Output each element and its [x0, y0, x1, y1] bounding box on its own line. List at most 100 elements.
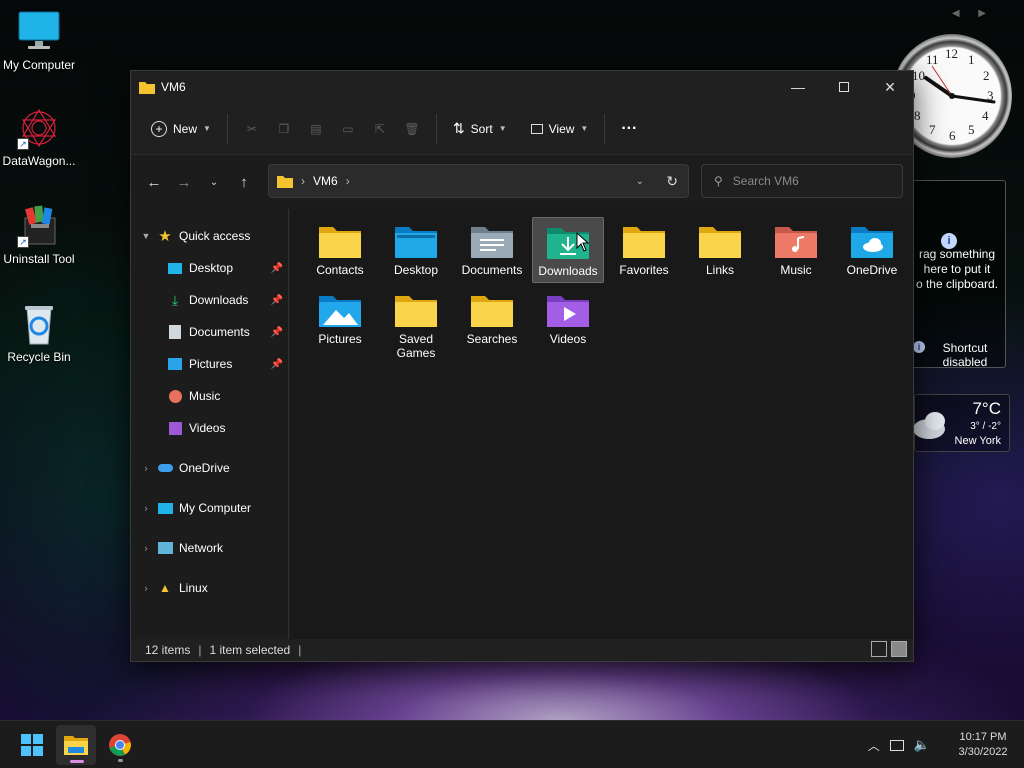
command-bar: + New ▼ ✂ ❐ ▤ ▭ ⇱ 🗑 ⇅ Sort ▼ View ▼ ···	[131, 103, 913, 155]
sort-button[interactable]: ⇅ Sort ▼	[445, 113, 515, 145]
start-button[interactable]	[12, 725, 52, 765]
pin-icon[interactable]: 📌	[271, 295, 283, 306]
paste-icon[interactable]: ▤	[300, 113, 332, 145]
desktop-icon-label: Recycle Bin	[7, 350, 71, 364]
desktop-icon-datawagon[interactable]: ↗ DataWagon...	[0, 106, 78, 168]
music-folder-icon	[774, 223, 818, 259]
folder-item-documents[interactable]: Documents	[456, 217, 528, 283]
clipboard-gadget[interactable]: i rag something here to put it o the cli…	[906, 180, 1006, 369]
date: 3/30/2022	[958, 746, 1008, 758]
rename-icon[interactable]: ▭	[332, 113, 364, 145]
mouse-cursor-icon	[576, 232, 590, 252]
network-icon[interactable]	[889, 739, 904, 751]
sort-label: Sort	[470, 121, 493, 136]
desktop-icon-uninstall-tool[interactable]: ↗ Uninstall Tool	[0, 204, 78, 266]
folder-item-desktop[interactable]: Desktop	[380, 217, 452, 283]
file-explorer-window[interactable]: VM6 — ✕ + New ▼ ✂ ❐ ▤ ▭ ⇱ 🗑 ⇅ Sort ▼ Vie…	[130, 70, 914, 662]
nav-item-documents[interactable]: Documents 📌	[131, 320, 289, 344]
large-icons-view-icon[interactable]	[891, 641, 907, 657]
nav-item-onedrive[interactable]: › OneDrive	[131, 456, 289, 480]
more-options-button[interactable]: ···	[613, 113, 645, 145]
folder-item-searches[interactable]: Searches	[456, 286, 528, 352]
show-hidden-icons-chevron-icon[interactable]: ︿	[868, 737, 880, 754]
desktop-icon-my-computer[interactable]: My Computer	[0, 10, 78, 72]
folder-item-pictures[interactable]: Pictures	[304, 286, 376, 352]
folder-item-favorites[interactable]: Favorites	[608, 217, 680, 283]
expand-chevron-icon[interactable]: ›	[139, 503, 153, 513]
maximize-button[interactable]	[821, 71, 867, 103]
address-dropdown-icon[interactable]: ⌄	[636, 176, 644, 187]
document-icon	[167, 324, 183, 340]
pin-icon[interactable]: 📌	[271, 327, 283, 338]
expand-chevron-icon[interactable]: ›	[139, 583, 153, 593]
chevron-down-icon: ▼	[580, 124, 589, 133]
pictures-folder-icon	[318, 292, 362, 328]
close-button[interactable]: ✕	[867, 71, 913, 103]
nav-item-my-computer[interactable]: › My Computer	[131, 496, 289, 520]
active-indicator	[70, 760, 84, 763]
sort-icon: ⇅	[452, 120, 465, 136]
nav-label: My Computer	[179, 501, 252, 515]
folder-icon	[470, 292, 514, 328]
address-bar[interactable]: › VM6 › ⌄ ↻	[268, 164, 689, 198]
title-bar[interactable]: VM6 — ✕	[131, 71, 913, 103]
copy-icon[interactable]: ❐	[268, 113, 300, 145]
expand-chevron-icon[interactable]: ›	[139, 463, 153, 473]
time: 10:17 PM	[959, 731, 1007, 743]
volume-icon[interactable]: 🔈	[914, 737, 930, 753]
nav-item-videos[interactable]: Videos	[131, 416, 289, 440]
pin-icon[interactable]: 📌	[271, 263, 283, 274]
back-arrow-icon[interactable]: ←	[139, 167, 169, 197]
minimize-button[interactable]: —	[775, 71, 821, 103]
taskbar-file-explorer[interactable]	[56, 725, 96, 765]
search-placeholder: Search VM6	[732, 174, 799, 188]
recent-locations-chevron-icon[interactable]: ⌄	[199, 167, 229, 197]
folder-item-contacts[interactable]: Contacts	[304, 217, 376, 283]
onedrive-folder-icon	[850, 223, 894, 259]
weather-gadget[interactable]: 7°C 3° / -2° New York	[913, 394, 1010, 452]
delete-icon[interactable]: 🗑	[396, 113, 428, 145]
nav-item-pictures[interactable]: Pictures 📌	[131, 352, 289, 376]
folder-item-onedrive[interactable]: OneDrive	[836, 217, 908, 283]
new-button[interactable]: + New ▼	[143, 113, 219, 145]
folder-icon	[394, 292, 438, 328]
pin-icon[interactable]: 📌	[271, 359, 283, 370]
clipboard-text: rag something	[918, 247, 996, 261]
desktop-folder-icon	[394, 223, 438, 259]
folder-item-downloads[interactable]: Downloads	[532, 217, 604, 283]
nav-item-music[interactable]: Music	[131, 384, 289, 408]
refresh-icon[interactable]: ↻	[666, 173, 678, 190]
expand-chevron-icon[interactable]: ›	[139, 543, 153, 553]
breadcrumb-vm6[interactable]: VM6	[313, 174, 338, 188]
folder-item-music[interactable]: Music	[760, 217, 832, 283]
view-button[interactable]: View ▼	[523, 113, 597, 145]
taskbar-clock[interactable]: 10:17 PM 3/30/2022	[948, 730, 1018, 760]
status-bar: 12 items | 1 item selected |	[131, 639, 913, 661]
details-view-icon[interactable]	[871, 641, 887, 657]
folder-item-links[interactable]: Links	[684, 217, 756, 283]
cut-icon[interactable]: ✂	[236, 113, 268, 145]
nav-item-desktop[interactable]: Desktop 📌	[131, 256, 289, 280]
up-arrow-icon[interactable]: ↑	[229, 167, 259, 197]
selection-count: 1 item selected	[209, 643, 291, 657]
search-box[interactable]: ⚲ Search VM6	[701, 164, 903, 198]
gadget-nav-arrows[interactable]: ◀ ▶	[952, 8, 994, 19]
taskbar-chrome[interactable]	[100, 725, 140, 765]
folder-item-videos[interactable]: Videos	[532, 286, 604, 352]
star-icon: ★	[158, 228, 172, 245]
forward-arrow-icon[interactable]: →	[169, 167, 199, 197]
nav-label: Documents	[189, 325, 250, 339]
expand-chevron-icon[interactable]: ▼	[139, 231, 153, 241]
desktop-icon-label: Uninstall Tool	[3, 252, 75, 266]
item-name: Saved Games	[396, 332, 436, 360]
folder-item-saved-games[interactable]: Saved Games	[380, 286, 452, 360]
nav-item-downloads[interactable]: ⤓ Downloads 📌	[131, 288, 289, 312]
share-icon[interactable]: ⇱	[364, 113, 396, 145]
nav-item-linux[interactable]: › ▲ Linux	[131, 576, 289, 600]
nav-quick-access[interactable]: ▼ ★ Quick access	[131, 224, 289, 248]
view-label: View	[548, 121, 575, 136]
video-icon	[167, 420, 183, 436]
nav-item-network[interactable]: › Network	[131, 536, 289, 560]
desktop-icon-recycle-bin[interactable]: Recycle Bin	[0, 302, 78, 364]
file-list: Contacts Desktop Documents Downloads Fav…	[290, 209, 913, 643]
